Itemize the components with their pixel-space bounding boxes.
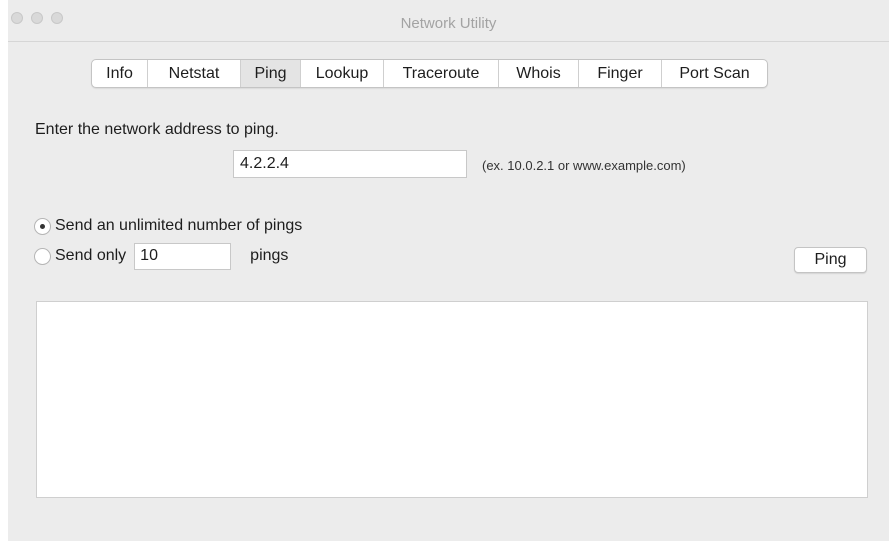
tab-whois[interactable]: Whois — [499, 60, 579, 87]
address-input[interactable] — [233, 150, 467, 178]
tab-finger[interactable]: Finger — [579, 60, 662, 87]
network-utility-window: Network Utility Info Netstat Ping Lookup… — [8, 0, 889, 541]
limited-pings-label: Send only — [55, 247, 127, 264]
pings-unit-label: pings — [250, 247, 289, 264]
unlimited-pings-radio[interactable] — [34, 217, 51, 235]
tab-bar: Info Netstat Ping Lookup Traceroute Whoi… — [91, 59, 768, 88]
tab-ping[interactable]: Ping — [241, 60, 301, 87]
limited-pings-option[interactable]: Send only pings — [34, 242, 289, 270]
ping-button[interactable]: Ping — [794, 247, 867, 273]
limited-pings-radio[interactable] — [34, 247, 51, 265]
tab-info[interactable]: Info — [92, 60, 148, 87]
tab-traceroute[interactable]: Traceroute — [384, 60, 499, 87]
unlimited-pings-option[interactable]: Send an unlimited number of pings — [34, 213, 302, 239]
ping-output-area[interactable] — [36, 301, 868, 498]
unlimited-pings-label: Send an unlimited number of pings — [55, 217, 303, 234]
ping-count-input[interactable] — [134, 242, 232, 270]
tab-lookup[interactable]: Lookup — [301, 60, 384, 87]
window-title: Network Utility — [400, 15, 497, 32]
address-example-hint: (ex. 10.0.2.1 or www.example.com) — [482, 158, 686, 173]
address-prompt: Enter the network address to ping. — [35, 121, 279, 138]
title-bar: Network Utility — [8, 0, 889, 42]
ping-panel: Enter the network address to ping. (ex. … — [8, 94, 889, 541]
tab-netstat[interactable]: Netstat — [148, 60, 241, 87]
tab-port-scan[interactable]: Port Scan — [662, 60, 767, 87]
